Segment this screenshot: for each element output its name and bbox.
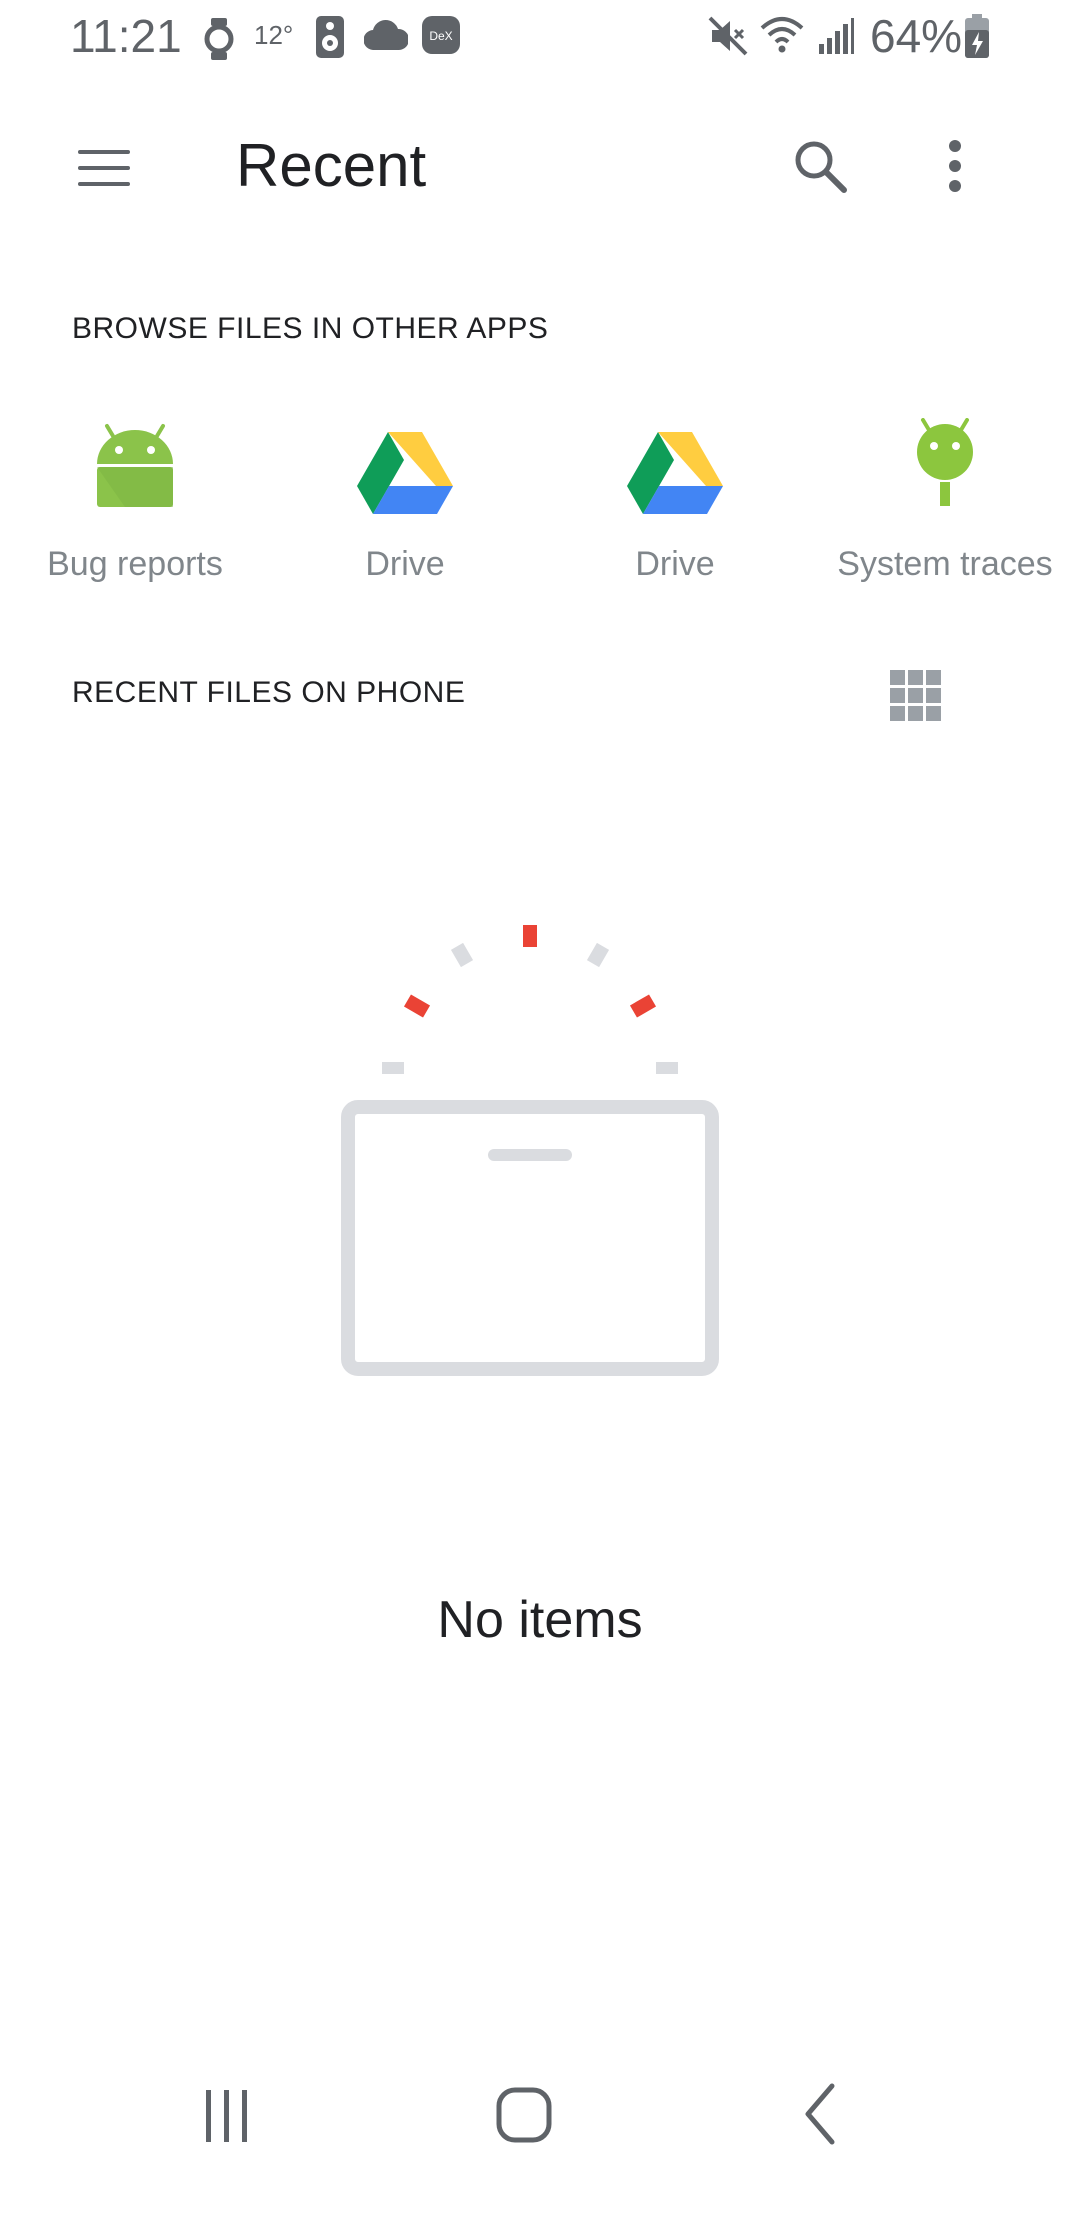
app-item-drive-2[interactable]: Drive [540,410,810,600]
grid-view-icon[interactable] [888,668,944,724]
battery-icon [965,14,989,58]
browse-apps-row: Bug reports Drive Drive System traces [0,410,1080,600]
app-item-drive[interactable]: Drive [270,410,540,600]
dex-icon: DeX [422,16,460,54]
speaker-icon [316,16,344,58]
back-icon[interactable] [762,2070,882,2150]
wifi-icon [760,17,804,53]
status-time: 11:21 [70,10,182,62]
app-item-bug-reports[interactable]: Bug reports [0,410,270,600]
status-bar: 11:21 12° DeX 64% [0,0,1080,72]
watch-icon [204,18,234,60]
app-label: Drive [635,545,715,583]
recent-section-header: RECENT FILES ON PHONE [72,676,466,709]
android-icon [97,424,173,507]
app-label: Bug reports [47,545,223,583]
google-drive-icon [357,432,453,514]
app-bar: Recent [0,100,1080,232]
app-label: Drive [365,545,445,583]
navigation-bar [0,2040,1080,2180]
app-label: System traces [837,545,1053,583]
app-item-system-traces[interactable]: System traces [810,410,1080,600]
svg-text:DeX: DeX [429,29,452,43]
menu-icon[interactable] [72,144,136,192]
search-icon[interactable] [788,134,852,198]
empty-state-message: No items [437,1591,643,1649]
recent-apps-icon[interactable] [166,2070,286,2150]
empty-box-icon [341,925,719,1376]
page-title: Recent [236,132,427,199]
battery-percentage: 64% [870,10,963,62]
signal-icon [819,18,854,54]
home-icon[interactable] [464,2070,584,2150]
android-trace-icon [917,418,973,506]
temperature-text: 12° [254,20,294,50]
browse-section-header: BROWSE FILES IN OTHER APPS [72,312,549,345]
mute-icon [708,16,748,56]
google-drive-icon [627,432,723,514]
cloud-icon [364,20,408,50]
more-vert-icon[interactable] [930,134,980,198]
